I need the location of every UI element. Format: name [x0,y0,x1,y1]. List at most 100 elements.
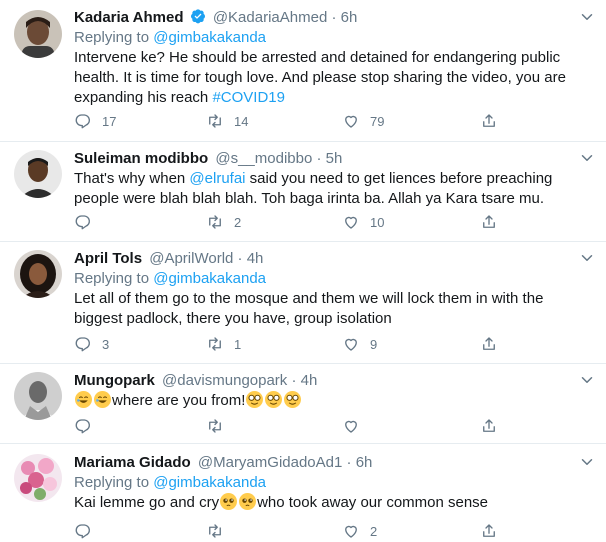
reply-icon [75,524,90,539]
timestamp[interactable]: 5h [326,150,343,167]
mention-link[interactable]: @gimbakakanda [153,474,266,491]
timestamp[interactable]: 6h [356,454,373,471]
nerd-emoji [284,391,302,408]
share-button[interactable] [480,212,498,232]
timestamp[interactable]: 4h [301,372,318,389]
reply-button[interactable] [74,521,102,541]
caret-down-icon[interactable] [578,149,598,169]
avatar[interactable] [14,10,62,58]
share-button[interactable] [480,416,498,436]
separator: · [346,454,356,471]
share-icon [483,114,495,127]
mention-link[interactable]: @elrufai [189,170,245,187]
retweet-count: 14 [234,113,249,129]
replying-to: Replying to @gimbakakanda [74,474,267,491]
like-button[interactable] [342,416,370,436]
retweet-icon [209,114,221,128]
avatar[interactable] [14,250,62,298]
author-handle[interactable]: @KadariaAhmed [213,9,327,26]
verified-icon [190,8,206,24]
like-button[interactable]: 9 [342,334,377,354]
like-icon [345,115,357,128]
retweet-icon [209,215,221,229]
reply-icon [75,114,90,129]
share-button[interactable] [480,334,498,354]
share-button[interactable] [480,521,498,541]
tweet-text: where are you from! [74,391,586,411]
like-icon [345,338,357,351]
pleading-emoji [220,493,238,510]
pleading-emoji [239,493,257,510]
author-handle[interactable]: @MaryamGidadoAd1 [198,454,342,471]
author-name[interactable]: Suleiman modibbo [74,150,208,167]
caret-down-icon[interactable] [578,453,598,473]
reply-button[interactable]: 3 [74,334,109,354]
share-icon [483,337,495,350]
retweet-button[interactable] [206,416,234,436]
like-icon [345,216,357,229]
nerd-emoji [246,391,264,408]
caret-down-icon[interactable] [578,371,598,391]
retweet-button[interactable]: 14 [206,111,248,131]
like-count: 2 [370,523,378,539]
reply-icon [75,215,90,230]
author-name[interactable]: Mungopark [74,372,155,389]
caret-down-icon[interactable] [578,8,598,28]
replying-to: Replying to @gimbakakanda [74,29,267,46]
rofl-emoji [94,391,111,408]
like-count: 9 [370,336,378,352]
like-button[interactable]: 79 [342,111,384,131]
share-icon [483,419,495,432]
like-icon [345,420,357,433]
author-handle[interactable]: @AprilWorld [149,250,233,267]
tweet-text: Kai lemme go and cry who took away our co… [74,493,489,511]
retweet-button[interactable]: 1 [206,334,241,354]
tweet[interactable]: Kadaria Ahmed @KadariaAhmed · 6h Replyin… [0,0,606,142]
avatar[interactable] [14,372,62,420]
rofl-emoji [75,391,92,408]
separator: · [237,250,247,267]
like-button[interactable]: 10 [342,212,384,232]
tweet[interactable]: Mungopark @davismungopark · 4h where are… [0,364,606,444]
hashtag-link[interactable]: #COVID19 [212,89,285,106]
reply-button[interactable] [74,416,102,436]
like-count: 79 [370,113,385,129]
tweet[interactable]: April Tols @AprilWorld · 4h Replying to … [0,242,606,364]
retweet-icon [209,524,221,538]
author-handle[interactable]: @s__modibbo [215,150,312,167]
author-name[interactable]: April Tols [74,250,142,267]
nerd-emoji [265,391,283,408]
reply-button[interactable]: 17 [74,111,116,131]
reply-icon [75,337,90,352]
tweet[interactable]: Mariama Gidado @MaryamGidadoAd1 · 6h Rep… [0,444,606,542]
separator: · [291,372,301,389]
like-count: 10 [370,214,385,230]
like-icon [345,525,357,538]
retweet-button[interactable]: 2 [206,212,241,232]
timestamp[interactable]: 6h [341,9,358,26]
separator: · [316,150,326,167]
like-button[interactable]: 2 [342,521,377,541]
reply-button[interactable] [74,212,102,232]
retweet-count: 2 [234,214,242,230]
mention-link[interactable]: @gimbakakanda [153,270,266,287]
timestamp[interactable]: 4h [247,250,264,267]
caret-down-icon[interactable] [578,249,598,269]
retweet-icon [209,337,221,351]
author-handle[interactable]: @davismungopark [162,372,287,389]
share-button[interactable] [480,111,498,131]
tweet[interactable]: Suleiman modibbo @s__modibbo · 5h That's… [0,142,606,242]
separator: · [331,9,341,26]
reply-count: 3 [102,336,110,352]
retweet-icon [209,419,221,433]
avatar[interactable] [14,454,62,502]
author-name[interactable]: Kadaria Ahmed [74,9,183,26]
author-name[interactable]: Mariama Gidado [74,454,191,471]
reply-count: 17 [102,113,117,129]
retweet-button[interactable] [206,521,234,541]
tweet-text: That's why when @elrufai said you need t… [74,170,553,207]
share-icon [483,215,495,228]
mention-link[interactable]: @gimbakakanda [153,29,266,46]
avatar[interactable] [14,150,62,198]
replying-to: Replying to @gimbakakanda [74,270,267,287]
